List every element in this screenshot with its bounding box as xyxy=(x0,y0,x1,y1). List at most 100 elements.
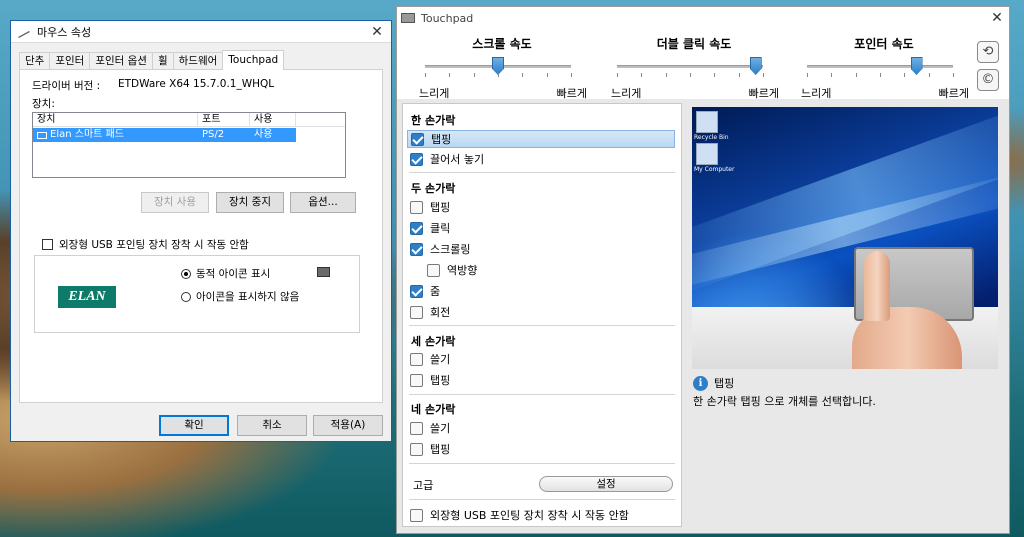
scrolling-checkbox[interactable] xyxy=(410,242,423,256)
slider-tick xyxy=(763,73,764,77)
two-finger-zoom-option[interactable]: 줌 xyxy=(410,282,440,300)
four-finger-tapping-checkbox[interactable] xyxy=(410,442,423,456)
divider xyxy=(409,499,675,500)
two-finger-rotate-option[interactable]: 회전 xyxy=(410,303,450,321)
two-finger-tapping-checkbox[interactable] xyxy=(410,200,423,214)
slider-track[interactable] xyxy=(807,65,953,68)
two-finger-title: 두 손가락 xyxy=(411,182,456,195)
slider-high-label: 빠르게 xyxy=(938,87,969,100)
two-finger-click-checkbox[interactable] xyxy=(410,221,423,235)
recycle-bin-icon xyxy=(696,111,718,133)
usb-disable-option[interactable]: 외장형 USB 포인팅 장치 장착 시 작동 안함 xyxy=(410,506,629,524)
close-icon[interactable]: ✕ xyxy=(363,24,391,40)
usb-disable-checkbox-box[interactable] xyxy=(42,239,53,250)
copyright-icon[interactable]: © xyxy=(977,69,999,91)
slider-tick xyxy=(831,73,832,77)
slider-low-label: 느리게 xyxy=(611,87,642,100)
reverse-scroll-checkbox[interactable] xyxy=(427,263,440,277)
slider-thumb[interactable] xyxy=(910,57,923,75)
tab-hardware[interactable]: 하드웨어 xyxy=(172,52,224,70)
slider-thumb[interactable] xyxy=(749,57,762,75)
tab-wheel[interactable]: 휠 xyxy=(151,52,174,70)
reverse-scroll-option[interactable]: 역방향 xyxy=(427,261,477,279)
pointer-speed-slider[interactable]: 포인터 속도 느리게 빠르게 xyxy=(799,35,969,100)
gesture-preview-image: Recycle Bin My Computer xyxy=(692,107,998,369)
driver-version-label: 드라이버 버전 : xyxy=(32,80,101,92)
three-finger-swipe-checkbox[interactable] xyxy=(410,352,423,366)
three-finger-swipe-label: 쓸기 xyxy=(430,353,451,366)
driver-version-value: ETDWare X64 15.7.0.1_WHQL xyxy=(118,78,275,90)
double-click-speed-slider[interactable]: 더블 클릭 속도 느리게 빠르게 xyxy=(609,35,779,100)
pointer-speed-title: 포인터 속도 xyxy=(854,37,914,51)
close-icon[interactable]: ✕ xyxy=(985,10,1009,26)
column-device[interactable]: 장치 xyxy=(33,113,198,126)
reset-icon[interactable]: ⟲ xyxy=(977,41,999,63)
zoom-label: 줌 xyxy=(430,285,441,298)
recycle-bin-label: Recycle Bin xyxy=(694,134,729,141)
show-dynamic-icon-label: 동적 아이콘 표시 xyxy=(196,268,271,280)
one-finger-tapping-checkbox[interactable] xyxy=(411,132,424,146)
ok-button[interactable]: 확인 xyxy=(159,415,229,436)
divider xyxy=(409,394,675,395)
one-finger-title: 한 손가락 xyxy=(411,114,456,127)
touchpad-tray-icon xyxy=(317,267,330,277)
slider-tick xyxy=(953,73,954,77)
show-dynamic-icon-radio-dot[interactable] xyxy=(181,268,191,279)
use-cell: 사용 xyxy=(254,129,273,140)
column-use[interactable]: 사용 xyxy=(250,113,296,126)
slider-tick xyxy=(617,73,618,77)
device-list-header: 장치 포트 사용 xyxy=(33,113,345,127)
options-button[interactable]: 옵션... xyxy=(290,192,356,213)
one-finger-tapping-option[interactable]: 탭핑 xyxy=(407,130,675,148)
slider-tick xyxy=(856,73,857,77)
gesture-options-panel: 한 손가락 탭핑 끌어서 놓기 두 손가락 탭핑 클릭 스크롤링 역방향 줌 회… xyxy=(402,103,682,527)
slider-tick xyxy=(880,73,881,77)
usb-disable-checkbox[interactable] xyxy=(410,508,423,522)
tab-pointers[interactable]: 포인터 xyxy=(49,52,91,70)
slider-tick xyxy=(425,73,426,77)
drag-drop-label: 끌어서 놓기 xyxy=(430,153,485,166)
elan-logo: ELAN xyxy=(55,276,119,318)
slider-track[interactable] xyxy=(617,65,763,68)
zoom-checkbox[interactable] xyxy=(410,284,423,298)
elan-logo-text: ELAN xyxy=(58,286,116,308)
four-finger-swipe-label: 쓸기 xyxy=(430,422,451,435)
slider-tick xyxy=(929,73,930,77)
hide-icon-radio[interactable]: 아이콘을 표시하지 않음 xyxy=(181,289,299,304)
apply-button[interactable]: 적용(A) xyxy=(313,415,383,436)
one-finger-drag-option[interactable]: 끌어서 놓기 xyxy=(410,150,484,168)
three-finger-swipe-option[interactable]: 쓸기 xyxy=(410,350,450,368)
mouse-pen-icon xyxy=(17,28,31,38)
four-finger-tapping-option[interactable]: 탭핑 xyxy=(410,440,450,458)
drag-drop-checkbox[interactable] xyxy=(410,152,423,166)
four-finger-swipe-checkbox[interactable] xyxy=(410,421,423,435)
cancel-button[interactable]: 취소 xyxy=(237,415,307,436)
enable-device-button[interactable]: 장치 사용 xyxy=(141,192,209,213)
show-dynamic-icon-radio[interactable]: 동적 아이콘 표시 xyxy=(181,266,270,281)
usb-disable-checkbox[interactable]: 외장형 USB 포인팅 장치 장착 시 작동 안함 xyxy=(42,237,249,252)
slider-tick xyxy=(666,73,667,77)
rotate-checkbox[interactable] xyxy=(410,305,423,319)
tab-touchpad[interactable]: Touchpad xyxy=(222,50,285,70)
scrolling-label: 스크롤링 xyxy=(430,243,471,256)
two-finger-scrolling-option[interactable]: 스크롤링 xyxy=(410,240,470,258)
scroll-speed-slider[interactable]: 스크롤 속도 느리게 빠르게 xyxy=(417,35,587,100)
three-finger-tapping-option[interactable]: 탭핑 xyxy=(410,371,450,389)
two-finger-tapping-option[interactable]: 탭핑 xyxy=(410,198,450,216)
tab-pointer-options[interactable]: 포인터 옵션 xyxy=(89,52,153,70)
mouse-properties-dialog: 마우스 속성 ✕ 단추 포인터 포인터 옵션 휠 하드웨어 Touchpad 드… xyxy=(10,20,392,442)
four-finger-swipe-option[interactable]: 쓸기 xyxy=(410,419,450,437)
two-finger-tapping-label: 탭핑 xyxy=(430,201,451,214)
slider-tick xyxy=(807,73,808,77)
device-row[interactable]: Elan 스마트 패드 PS/2 사용 xyxy=(33,128,296,142)
three-finger-tapping-checkbox[interactable] xyxy=(410,373,423,387)
hide-icon-label: 아이콘을 표시하지 않음 xyxy=(196,291,300,303)
disable-device-button[interactable]: 장치 중지 xyxy=(216,192,284,213)
tab-buttons[interactable]: 단추 xyxy=(19,52,51,70)
device-list[interactable]: 장치 포트 사용 Elan 스마트 패드 PS/2 사용 xyxy=(32,112,346,178)
window-title: 마우스 속성 xyxy=(37,25,92,39)
column-port[interactable]: 포트 xyxy=(198,113,250,126)
settings-button[interactable]: 설정 xyxy=(539,476,673,492)
hide-icon-radio-dot[interactable] xyxy=(181,291,191,302)
two-finger-click-option[interactable]: 클릭 xyxy=(410,219,450,237)
